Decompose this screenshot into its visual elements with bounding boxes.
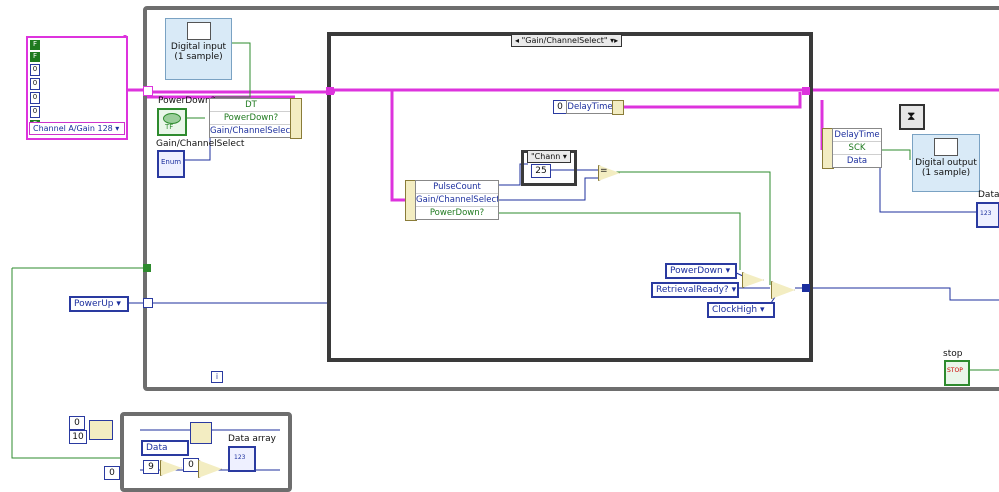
array-item: F [30, 52, 40, 62]
right-row-delaytime: DelayTime [833, 130, 881, 142]
loop-iteration-terminal: i [211, 371, 223, 383]
array-item: 0 [30, 106, 40, 118]
digital-io-out-icon [934, 138, 958, 156]
channel-gain-ring-label: Channel A/Gain 128 [33, 124, 113, 133]
data-output-indicator[interactable]: 123 [976, 202, 999, 228]
bottom-const-10[interactable]: 10 [69, 430, 87, 444]
digital-output-title: Digital output [915, 158, 977, 168]
case-selector-prev-icon[interactable]: ◂ [515, 36, 519, 45]
digital-io-icon [186, 22, 211, 40]
cluster-row-dt: DT [210, 99, 292, 112]
right-row-sck: SCK [833, 142, 881, 155]
bottom-const-9[interactable]: 9 [143, 460, 159, 474]
bottom-const-0b[interactable]: 0 [104, 466, 120, 480]
data-output-label: Data [978, 190, 999, 200]
case-right-tunnel[interactable] [802, 87, 810, 95]
array-item: 0 [30, 64, 40, 76]
data-array-label: Data array [228, 434, 276, 444]
data-enum[interactable]: Data [141, 440, 189, 456]
array-item: 0 [30, 78, 40, 90]
case-selector-next-icon[interactable]: ▾▸ [610, 36, 618, 45]
data-array-indicator[interactable]: 123 [228, 446, 256, 472]
clockhigh-enum-label: ClockHigh [712, 305, 758, 315]
powerup-enum-label: PowerUp [74, 299, 114, 309]
gain-channel-label: Gain/ChannelSelect [156, 139, 245, 149]
case-selector[interactable]: ◂ "Gain/ChannelSelect" ▾▸ [511, 34, 623, 47]
digital-output-express[interactable]: Digital output (1 sample) [912, 134, 980, 192]
bundle-node-handle[interactable] [290, 98, 302, 139]
array-item: 0 [30, 92, 40, 104]
input-unbundle-cluster[interactable]: DT PowerDown? Gain/ChannelSelect [209, 98, 293, 138]
data-enum-label: Data [146, 443, 168, 453]
case-right-tunnel-enum[interactable] [802, 284, 810, 292]
powerdown-label: PowerDown? [158, 96, 216, 106]
loop-left-tunnel-enum[interactable] [143, 298, 153, 308]
powerup-enum[interactable]: PowerUp ▾ [69, 296, 129, 312]
wait-timer[interactable]: ⧗ [899, 104, 925, 130]
bool-term-label: TF [165, 123, 174, 131]
mid-row-gain: Gain/ChannelSelect [416, 195, 498, 207]
hourglass-icon: ⧗ [907, 109, 916, 123]
bottom-const-0a[interactable]: 0 [69, 416, 85, 430]
bottom-const-0c[interactable]: 0 [183, 458, 199, 472]
delay-time-bundle[interactable]: DelayTime [566, 100, 614, 114]
build-array-node[interactable] [89, 420, 113, 440]
case-selector-label: "Gain/ChannelSelect" [521, 36, 608, 45]
powerdown-enum-label: PowerDown [670, 266, 723, 276]
delay-bundle-handle[interactable] [612, 100, 624, 115]
array-term-label: 123 [234, 454, 246, 461]
delay-zero-constant[interactable]: 0 [553, 100, 567, 114]
mid-unbundle-cluster[interactable]: PulseCount Gain/ChannelSelect PowerDown? [415, 180, 499, 220]
inner-case-label: "Chann [531, 152, 561, 161]
stop-label: stop [943, 349, 963, 359]
mid-row-powerdown: PowerDown? [429, 208, 485, 218]
digital-input-express[interactable]: Digital input (1 sample) [165, 18, 232, 80]
digital-input-title: Digital input [170, 42, 227, 52]
array-constant[interactable]: F F 0 0 0 0 F Channel A/Gain 128 ▾ [26, 36, 128, 140]
loop-left-tunnel-cluster[interactable] [143, 86, 153, 96]
inner-case-selector[interactable]: "Chann ▾ [527, 150, 571, 163]
powerdown-enum[interactable]: PowerDown ▾ [665, 263, 737, 279]
inner-case-constant[interactable]: 25 [531, 164, 551, 178]
equal-symbol: = [600, 166, 608, 176]
gain-channel-control[interactable]: Enum [157, 150, 185, 178]
array-index-column: F F 0 0 0 0 F [30, 40, 40, 130]
stop-button-terminal[interactable]: STOP [944, 360, 970, 386]
retrieval-enum[interactable]: RetrievalReady? ▾ [651, 282, 739, 298]
retrieval-enum-label: RetrievalReady? [656, 285, 729, 295]
powerdown-indicator[interactable]: TF [157, 108, 187, 136]
index-array-node[interactable] [190, 422, 212, 444]
array-item: F [30, 40, 40, 50]
channel-gain-ring[interactable]: Channel A/Gain 128 ▾ [29, 122, 125, 135]
mid-row-pulsecount: PulseCount [416, 181, 498, 194]
clockhigh-enum[interactable]: ClockHigh ▾ [707, 302, 775, 318]
cluster-row-powerdown: PowerDown? [210, 112, 292, 125]
delay-time-label: DelayTime [567, 102, 613, 112]
digital-input-subtitle: (1 sample) [174, 52, 223, 62]
num-term-label: 123 [980, 210, 992, 217]
stop-term-label: STOP [947, 367, 963, 374]
digital-output-subtitle: (1 sample) [921, 168, 971, 178]
case-left-tunnel[interactable] [326, 87, 334, 95]
right-row-data: Data [846, 156, 868, 166]
enum-term-label: Enum [161, 158, 182, 166]
right-unbundle-cluster[interactable]: DelayTime SCK Data [832, 128, 882, 168]
cluster-row-gain: Gain/ChannelSelect [210, 126, 292, 136]
loop-left-tunnel-bool[interactable] [143, 264, 151, 272]
